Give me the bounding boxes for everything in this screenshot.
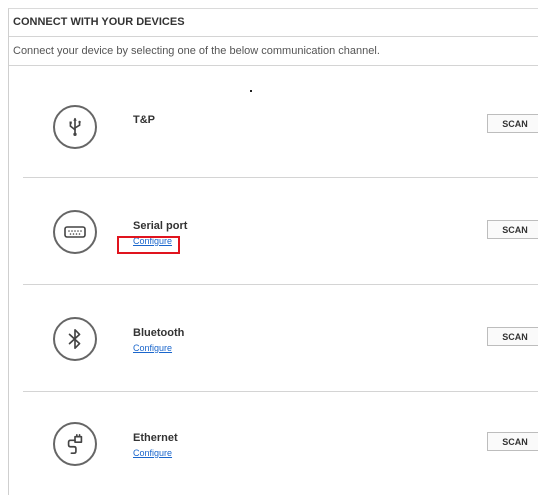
device-name-serial: Serial port (133, 220, 188, 232)
device-row-ethernet: Ethernet Configure SCAN (23, 392, 538, 495)
device-name-tp: T&P (133, 114, 155, 126)
scan-button-ethernet[interactable]: SCAN (487, 432, 538, 451)
configure-link-ethernet[interactable]: Configure (133, 448, 172, 458)
ethernet-icon (53, 422, 97, 466)
device-row-bluetooth: Bluetooth Configure SCAN (23, 285, 538, 392)
connect-devices-panel: CONNECT WITH YOUR DEVICES Connect your d… (8, 8, 538, 495)
serial-port-icon (53, 210, 97, 254)
stray-dot (250, 90, 252, 92)
scan-button-serial[interactable]: SCAN (487, 220, 538, 239)
panel-title: CONNECT WITH YOUR DEVICES (9, 9, 538, 37)
scan-button-tp[interactable]: SCAN (487, 114, 538, 133)
usb-icon (53, 105, 97, 149)
configure-highlight-box (117, 236, 180, 254)
device-name-bluetooth: Bluetooth (133, 327, 185, 339)
panel-subtitle: Connect your device by selecting one of … (9, 37, 538, 66)
device-name-ethernet: Ethernet (133, 432, 178, 444)
configure-link-bluetooth[interactable]: Configure (133, 343, 172, 353)
bluetooth-icon (53, 317, 97, 361)
scan-button-bluetooth[interactable]: SCAN (487, 327, 538, 346)
device-row-tp: T&P SCAN (23, 71, 538, 178)
device-row-serial: Serial port Configure SCAN (23, 178, 538, 285)
